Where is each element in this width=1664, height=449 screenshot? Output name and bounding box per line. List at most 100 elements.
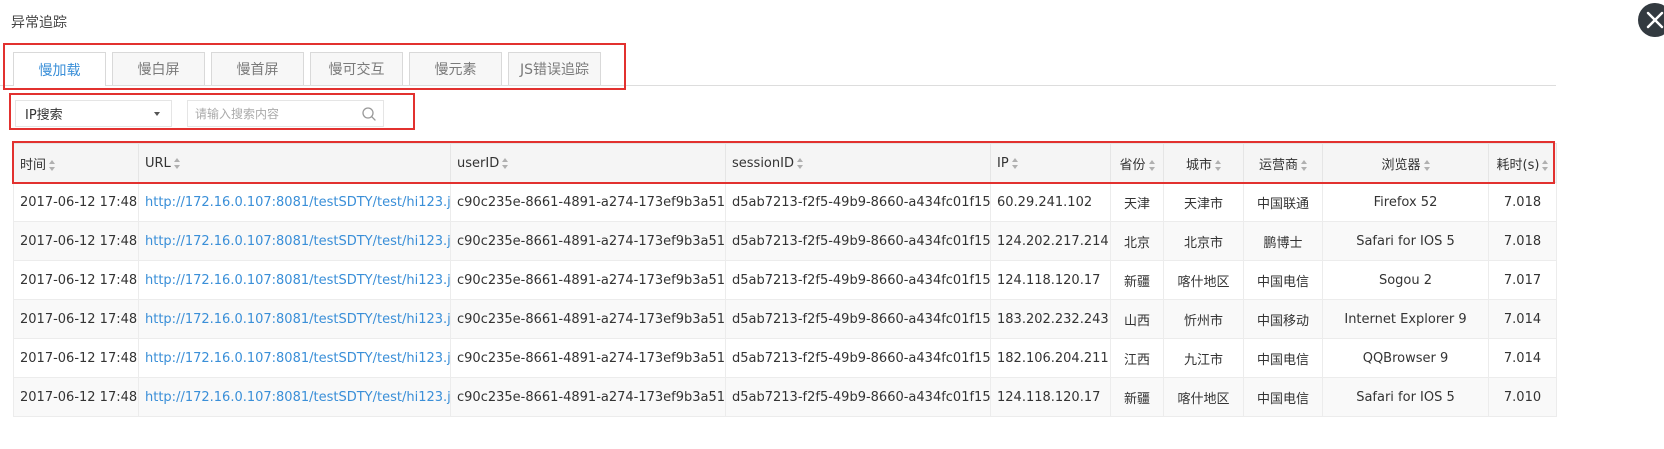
cell-isp: 中国电信 [1243,377,1323,417]
cell-city: 北京市 [1163,221,1244,261]
table-row: 2017-06-12 17:48 http://172.16.0.107:808… [13,221,1557,261]
column-header-userid[interactable]: userID [450,143,726,183]
tab-slow-interactive[interactable]: 慢可交互 [310,52,403,85]
cell-browser: Sogou 2 [1322,260,1489,300]
column-header-ip[interactable]: IP [990,143,1111,183]
sort-icon[interactable] [796,157,803,169]
cell-userid: c90c235e-8661-4891-a274-173ef9b3a515 [450,260,726,300]
cell-userid: c90c235e-8661-4891-a274-173ef9b3a515 [450,221,726,261]
search-icon[interactable] [361,106,377,122]
anomaly-table: 时间 URL userID sessionID IP 省份 城市 运营商 浏览器… [13,143,1557,417]
cell-duration: 7.018 [1488,182,1557,222]
cell-browser: Firefox 52 [1322,182,1489,222]
table-row: 2017-06-12 17:48 http://172.16.0.107:808… [13,338,1557,378]
close-button[interactable] [1638,3,1664,37]
sort-icon[interactable] [1011,157,1018,169]
cell-sessionid: d5ab7213-f2f5-49b9-8660-a434fc01f156 [725,221,991,261]
column-header-url[interactable]: URL [138,143,451,183]
tab-slow-first-screen[interactable]: 慢首屏 [211,52,304,85]
column-header-duration[interactable]: 耗时(s) [1488,143,1557,183]
column-header-city[interactable]: 城市 [1163,143,1244,183]
cell-isp: 中国电信 [1243,260,1323,300]
cell-ip: 60.29.241.102 [990,182,1111,222]
cell-url-link[interactable]: http://172.16.0.107:8081/testSDTY/test/h… [138,221,451,261]
cell-city: 九江市 [1163,338,1244,378]
cell-isp: 中国电信 [1243,338,1323,378]
tab-slow-element[interactable]: 慢元素 [409,52,502,85]
cell-isp: 鹏博士 [1243,221,1323,261]
table-row: 2017-06-12 17:48 http://172.16.0.107:808… [13,182,1557,222]
cell-userid: c90c235e-8661-4891-a274-173ef9b3a515 [450,182,726,222]
cell-city: 忻州市 [1163,299,1244,339]
cell-ip: 183.202.232.243 [990,299,1111,339]
search-type-select[interactable]: IP搜索 [15,100,172,127]
cell-duration: 7.010 [1488,377,1557,417]
tab-slow-load[interactable]: 慢加载 [13,52,106,86]
cell-time: 2017-06-12 17:48 [13,338,139,378]
table-row: 2017-06-12 17:48 http://172.16.0.107:808… [13,299,1557,339]
cell-city: 喀什地区 [1163,377,1244,417]
column-header-province[interactable]: 省份 [1110,143,1164,183]
sort-icon[interactable] [1215,159,1221,171]
cell-duration: 7.014 [1488,299,1557,339]
cell-browser: Safari for IOS 5 [1322,221,1489,261]
cell-city: 喀什地区 [1163,260,1244,300]
cell-time: 2017-06-12 17:48 [13,260,139,300]
sort-icon[interactable] [173,157,180,169]
tab-js-error-tracking[interactable]: JS错误追踪 [508,52,601,85]
sort-icon[interactable] [1542,159,1549,171]
table-header-row: 时间 URL userID sessionID IP 省份 城市 运营商 浏览器… [13,143,1557,183]
column-header-sessionid[interactable]: sessionID [725,143,991,183]
cell-province: 江西 [1110,338,1164,378]
cell-province: 新疆 [1110,260,1164,300]
cell-ip: 124.118.120.17 [990,260,1111,300]
cell-sessionid: d5ab7213-f2f5-49b9-8660-a434fc01f156 [725,338,991,378]
cell-province: 新疆 [1110,377,1164,417]
cell-isp: 中国联通 [1243,182,1323,222]
anomaly-tracking-dialog: 异常追踪 慢加载 慢白屏 慢首屏 慢可交互 慢元素 JS错误追踪 IP搜索 请输… [0,0,1664,449]
search-input[interactable] [188,101,358,126]
sort-icon[interactable] [49,159,56,171]
cell-province: 北京 [1110,221,1164,261]
caret-down-icon [154,112,160,116]
cell-duration: 7.017 [1488,260,1557,300]
cell-browser: Safari for IOS 5 [1322,377,1489,417]
cell-url-link[interactable]: http://172.16.0.107:8081/testSDTY/test/h… [138,338,451,378]
cell-url-link[interactable]: http://172.16.0.107:8081/testSDTY/test/h… [138,182,451,222]
dialog-title: 异常追踪 [11,15,67,31]
cell-userid: c90c235e-8661-4891-a274-173ef9b3a515 [450,299,726,339]
sort-icon[interactable] [502,157,509,169]
column-header-isp[interactable]: 运营商 [1243,143,1323,183]
search-type-value: IP搜索 [25,108,63,123]
cell-ip: 182.106.204.211 [990,338,1111,378]
cell-browser: Internet Explorer 9 [1322,299,1489,339]
cell-userid: c90c235e-8661-4891-a274-173ef9b3a515 [450,338,726,378]
cell-url-link[interactable]: http://172.16.0.107:8081/testSDTY/test/h… [138,260,451,300]
cell-province: 山西 [1110,299,1164,339]
cell-userid: c90c235e-8661-4891-a274-173ef9b3a515 [450,377,726,417]
sort-icon[interactable] [1301,159,1307,171]
table-row: 2017-06-12 17:48 http://172.16.0.107:808… [13,260,1557,300]
cell-time: 2017-06-12 17:48 [13,182,139,222]
cell-city: 天津市 [1163,182,1244,222]
cell-duration: 7.018 [1488,221,1557,261]
cell-duration: 7.014 [1488,338,1557,378]
sort-icon[interactable] [1148,159,1155,171]
cell-browser: QQBrowser 9 [1322,338,1489,378]
cell-time: 2017-06-12 17:48 [13,299,139,339]
cell-isp: 中国移动 [1243,299,1323,339]
cell-time: 2017-06-12 17:48 [13,221,139,261]
cell-sessionid: d5ab7213-f2f5-49b9-8660-a434fc01f156 [725,260,991,300]
sort-icon[interactable] [1423,159,1430,171]
cell-ip: 124.118.120.17 [990,377,1111,417]
cell-sessionid: d5ab7213-f2f5-49b9-8660-a434fc01f156 [725,377,991,417]
cell-url-link[interactable]: http://172.16.0.107:8081/testSDTY/test/h… [138,377,451,417]
column-header-browser[interactable]: 浏览器 [1322,143,1489,183]
cell-url-link[interactable]: http://172.16.0.107:8081/testSDTY/test/h… [138,299,451,339]
column-header-time[interactable]: 时间 [13,143,139,183]
cell-ip: 124.202.217.214 [990,221,1111,261]
cell-sessionid: d5ab7213-f2f5-49b9-8660-a434fc01f156 [725,182,991,222]
search-box [187,100,384,127]
cell-province: 天津 [1110,182,1164,222]
tab-slow-white-screen[interactable]: 慢白屏 [112,52,205,85]
